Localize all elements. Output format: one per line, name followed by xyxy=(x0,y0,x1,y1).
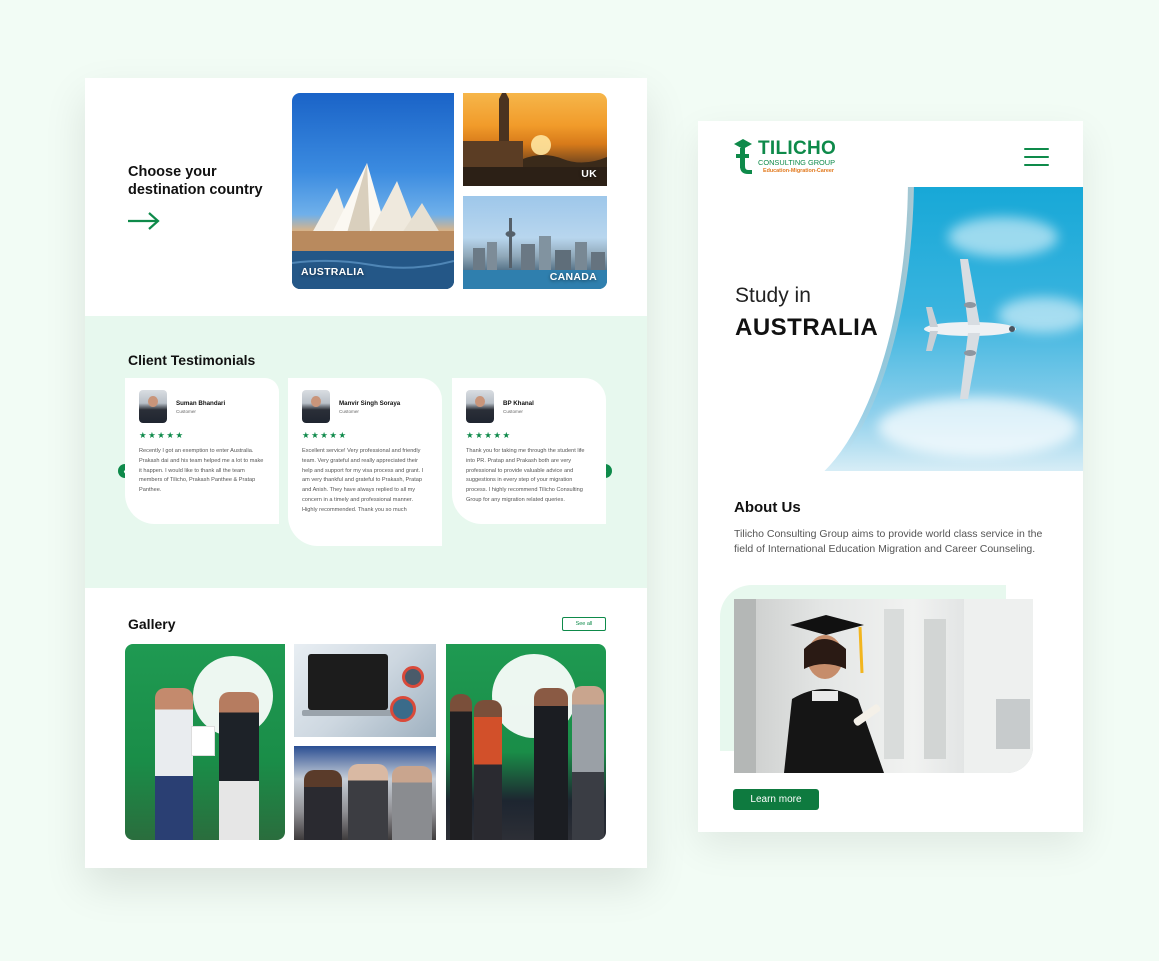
graduate-image xyxy=(734,599,1033,773)
testimonial-text: Recently I got an exemption to enter Aus… xyxy=(139,448,264,494)
testimonial-name: BP Khanal xyxy=(503,399,534,407)
destination-label: UK xyxy=(581,168,597,180)
gallery-image[interactable] xyxy=(294,644,436,737)
brand-tagline: Education-Migration-Career xyxy=(763,168,834,174)
opera-house-image xyxy=(292,163,454,289)
person xyxy=(450,694,472,840)
testimonial-text: Thank you for taking me through the stud… xyxy=(466,448,585,503)
testimonials-section: Client Testimonials ‹ › Suman Bhandari C… xyxy=(85,316,647,588)
airplane-icon xyxy=(924,259,1016,399)
about-heading: About Us xyxy=(734,499,801,516)
gallery-image[interactable] xyxy=(125,644,285,840)
gallery-heading: Gallery xyxy=(128,616,176,632)
star-rating-icon: ★★★★★ xyxy=(302,430,348,440)
person xyxy=(534,688,568,840)
hamburger-menu-icon[interactable] xyxy=(1024,148,1049,166)
testimonials-heading: Client Testimonials xyxy=(128,352,256,368)
brand-subtitle: CONSULTING GROUP xyxy=(758,158,836,167)
arrow-right-icon[interactable] xyxy=(127,211,161,231)
testimonial-card: Manvir Singh Soraya Customer ★★★★★ Excel… xyxy=(288,378,442,546)
laptop-screen xyxy=(308,654,388,710)
about-description: Tilicho Consulting Group aims to provide… xyxy=(734,528,1043,555)
person xyxy=(219,692,259,840)
person xyxy=(572,686,604,840)
mobile-page-preview: TILICHO CONSULTING GROUP Education-Migra… xyxy=(698,121,1083,832)
brand-logo[interactable]: TILICHO CONSULTING GROUP Education-Migra… xyxy=(732,138,836,176)
learn-more-button[interactable]: Learn more xyxy=(733,789,819,810)
avatar xyxy=(302,390,330,423)
circle-badge xyxy=(390,696,416,722)
testimonial-name: Manvir Singh Soraya xyxy=(339,399,401,407)
gallery-image[interactable] xyxy=(294,746,436,840)
circle-badge xyxy=(402,666,424,688)
graduate-illustration xyxy=(734,599,1033,773)
see-all-button[interactable]: See all xyxy=(562,617,606,631)
person xyxy=(392,766,432,840)
destination-heading: Choose your destination country xyxy=(128,164,263,198)
desktop-page-preview: Choose your destination country AUSTRALI… xyxy=(85,78,647,868)
avatar xyxy=(466,390,494,423)
testimonial-role: Customer xyxy=(176,408,196,414)
person xyxy=(474,700,502,840)
certificate-bag xyxy=(191,726,215,756)
tilicho-logo-icon xyxy=(734,139,752,174)
brand-name: TILICHO xyxy=(758,138,837,159)
hero-title: AUSTRALIA xyxy=(735,314,879,341)
star-rating-icon: ★★★★★ xyxy=(139,430,185,440)
cloud xyxy=(948,217,1058,257)
testimonial-role: Customer xyxy=(339,408,359,414)
cloud xyxy=(878,397,1078,457)
testimonial-name: Suman Bhandari xyxy=(176,399,226,407)
testimonial-role: Customer xyxy=(503,408,523,414)
destination-label: CANADA xyxy=(549,271,597,283)
destination-card-canada[interactable]: CANADA xyxy=(463,196,607,289)
laptop-base xyxy=(302,710,396,716)
testimonial-card: Suman Bhandari Customer ★★★★★ Recently I… xyxy=(125,378,279,524)
hero-banner: Study in AUSTRALIA xyxy=(698,187,1083,471)
person xyxy=(155,688,193,840)
gallery-image[interactable] xyxy=(446,644,606,840)
hero-subtitle: Study in xyxy=(735,284,811,307)
destination-card-australia[interactable]: AUSTRALIA xyxy=(292,93,454,289)
testimonial-text: Excellent service! Very professional and… xyxy=(302,448,424,513)
avatar xyxy=(139,390,167,423)
testimonial-card: BP Khanal Customer ★★★★★ Thank you for t… xyxy=(452,378,606,524)
star-rating-icon: ★★★★★ xyxy=(466,430,512,440)
person xyxy=(304,770,342,840)
destination-card-uk[interactable]: UK xyxy=(463,93,607,186)
person xyxy=(348,764,388,840)
destination-label: AUSTRALIA xyxy=(301,266,365,278)
